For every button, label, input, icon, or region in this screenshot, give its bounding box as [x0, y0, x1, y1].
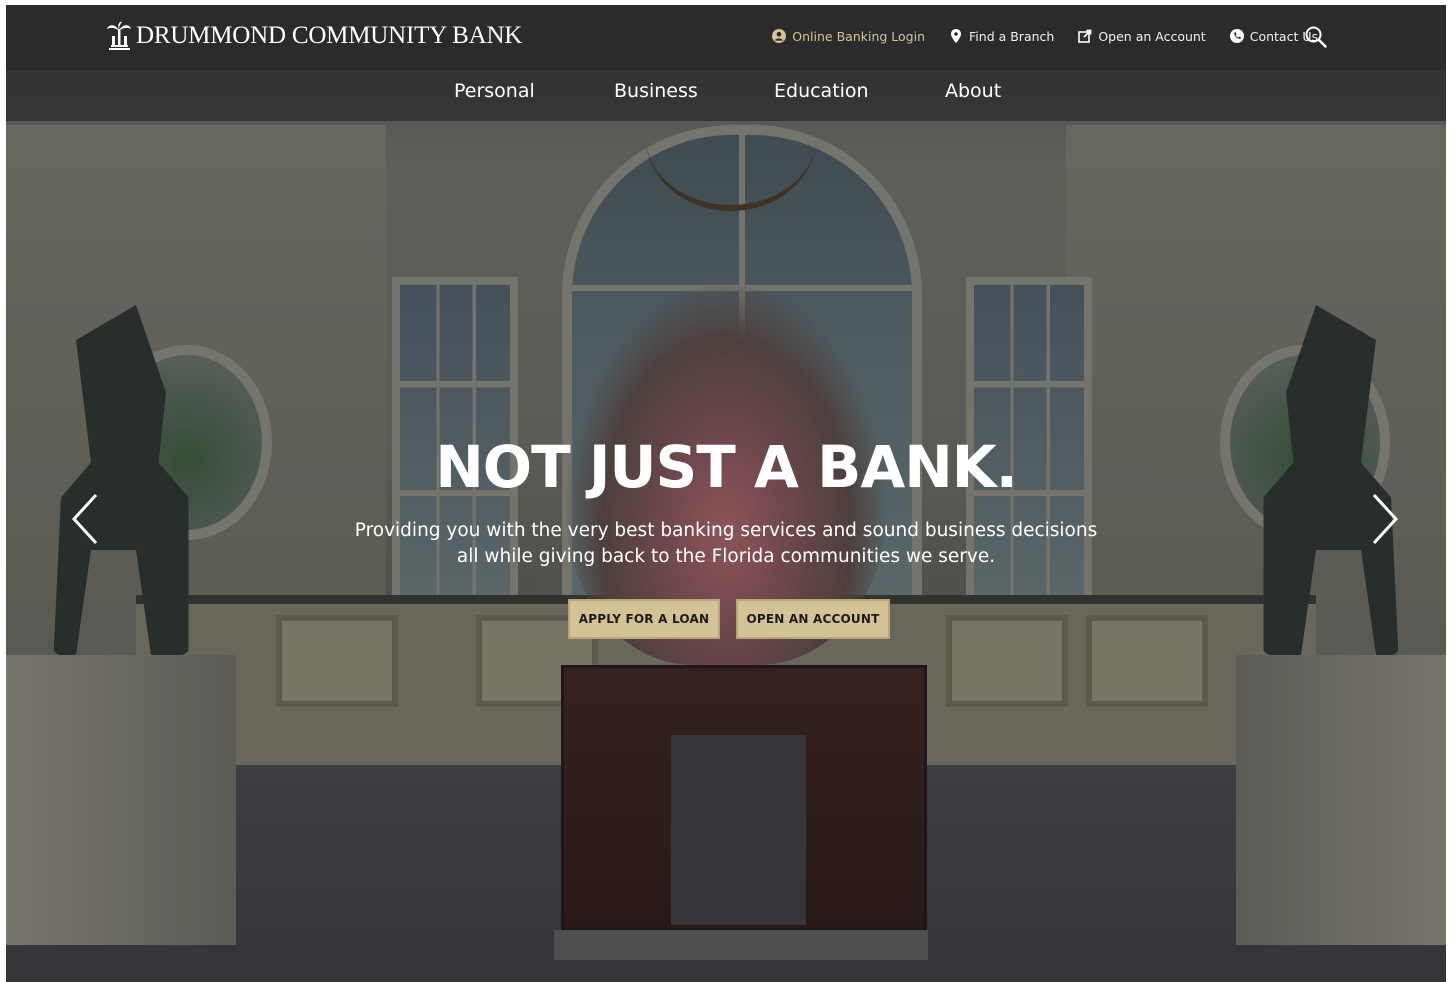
- open-an-account-label: Open an Account: [1098, 28, 1206, 44]
- nav-personal[interactable]: Personal: [454, 80, 535, 102]
- external-edit-icon: [1078, 29, 1092, 43]
- online-banking-login-link[interactable]: Online Banking Login: [772, 29, 925, 44]
- hero-subtitle: Providing you with the very best banking…: [326, 518, 1126, 570]
- find-a-branch-label: Find a Branch: [969, 28, 1055, 44]
- nav-business[interactable]: Business: [614, 80, 698, 102]
- main-nav-bar: [6, 70, 1446, 121]
- user-circle-icon: [772, 29, 787, 43]
- page-frame: DRUMMOND COMMUNITY BANK Online Banking L…: [6, 5, 1446, 982]
- online-banking-login-label: Online Banking Login: [792, 28, 926, 44]
- chevron-right-icon[interactable]: [1364, 489, 1404, 549]
- open-an-account-button[interactable]: OPEN AN ACCOUNT: [736, 599, 890, 639]
- hero-subtitle-line-1: Providing you with the very best banking…: [354, 520, 1098, 541]
- hero-title: NOT JUST A BANK.: [435, 433, 1018, 501]
- map-pin-icon: [951, 29, 962, 43]
- open-an-account-link[interactable]: Open an Account: [1078, 28, 1206, 44]
- find-a-branch-link[interactable]: Find a Branch: [949, 29, 1054, 44]
- phone-circle-icon: [1229, 29, 1244, 43]
- bank-logo[interactable]: DRUMMOND COMMUNITY BANK: [106, 19, 522, 53]
- palm-tree-icon: [107, 21, 131, 50]
- apply-for-a-loan-button[interactable]: APPLY FOR A LOAN: [568, 599, 720, 639]
- nav-education[interactable]: Education: [774, 80, 869, 102]
- hero-subtitle-line-2: all while giving back to the Florida com…: [456, 546, 996, 567]
- chevron-left-icon[interactable]: [66, 489, 106, 549]
- nav-about[interactable]: About: [945, 80, 1001, 102]
- search-icon[interactable]: [1304, 25, 1328, 49]
- utility-nav: Online Banking Login Find a Branch Open …: [772, 25, 1318, 47]
- bank-name: DRUMMOND COMMUNITY BANK: [136, 22, 523, 49]
